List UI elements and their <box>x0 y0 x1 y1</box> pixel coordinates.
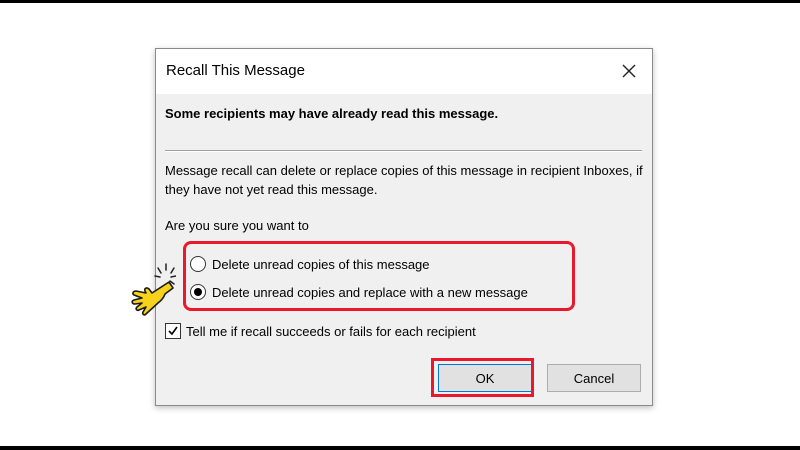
close-button[interactable] <box>614 56 644 86</box>
notify-option[interactable]: Tell me if recall succeeds or fails for … <box>165 323 476 339</box>
notify-checkbox[interactable] <box>165 323 181 339</box>
dialog-title: Recall This Message <box>166 62 305 79</box>
separator <box>165 150 642 152</box>
recall-message-dialog: Recall This Message Some recipients may … <box>155 48 653 406</box>
warning-headline: Some recipients may have already read th… <box>165 106 499 121</box>
dialog-titlebar: Recall This Message <box>156 49 652 94</box>
highlight-box-ok <box>431 358 534 397</box>
close-icon <box>622 64 636 78</box>
frame-top-border <box>0 0 800 3</box>
frame-bottom-border <box>0 446 800 450</box>
notify-label: Tell me if recall succeeds or fails for … <box>186 323 476 339</box>
checkmark-icon <box>168 326 178 336</box>
cancel-button[interactable]: Cancel <box>547 364 641 392</box>
confirm-prompt: Are you sure you want to <box>165 218 309 233</box>
highlight-box-options <box>183 241 575 311</box>
recall-description: Message recall can delete or replace cop… <box>165 163 643 197</box>
hand-pointer-icon <box>128 262 177 318</box>
